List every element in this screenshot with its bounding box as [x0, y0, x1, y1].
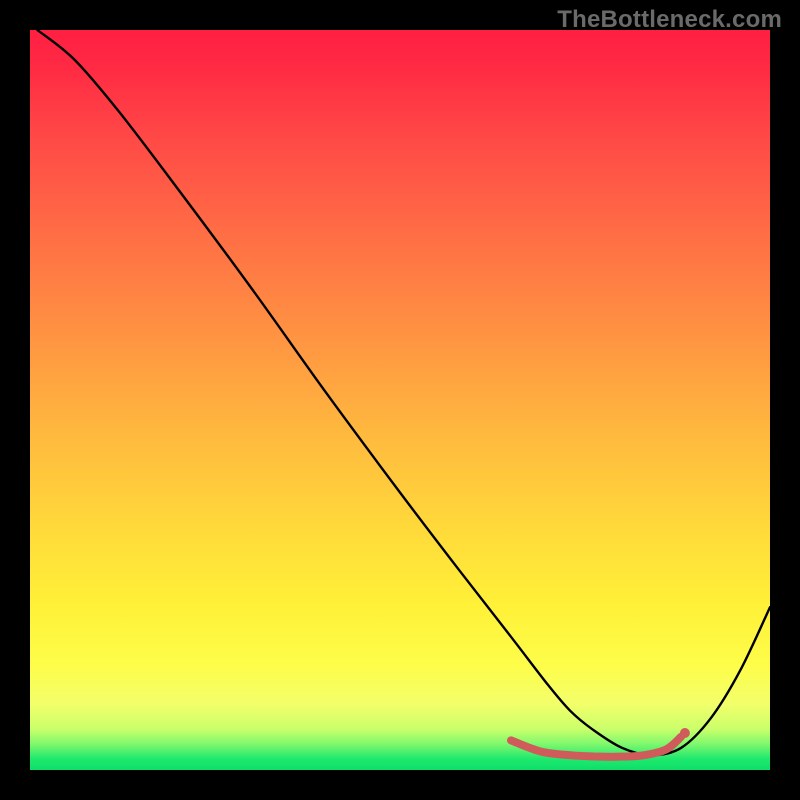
- chart-container: TheBottleneck.com: [0, 0, 800, 800]
- chart-svg: [0, 0, 800, 800]
- end-dot: [680, 728, 690, 738]
- watermark-text: TheBottleneck.com: [557, 6, 782, 34]
